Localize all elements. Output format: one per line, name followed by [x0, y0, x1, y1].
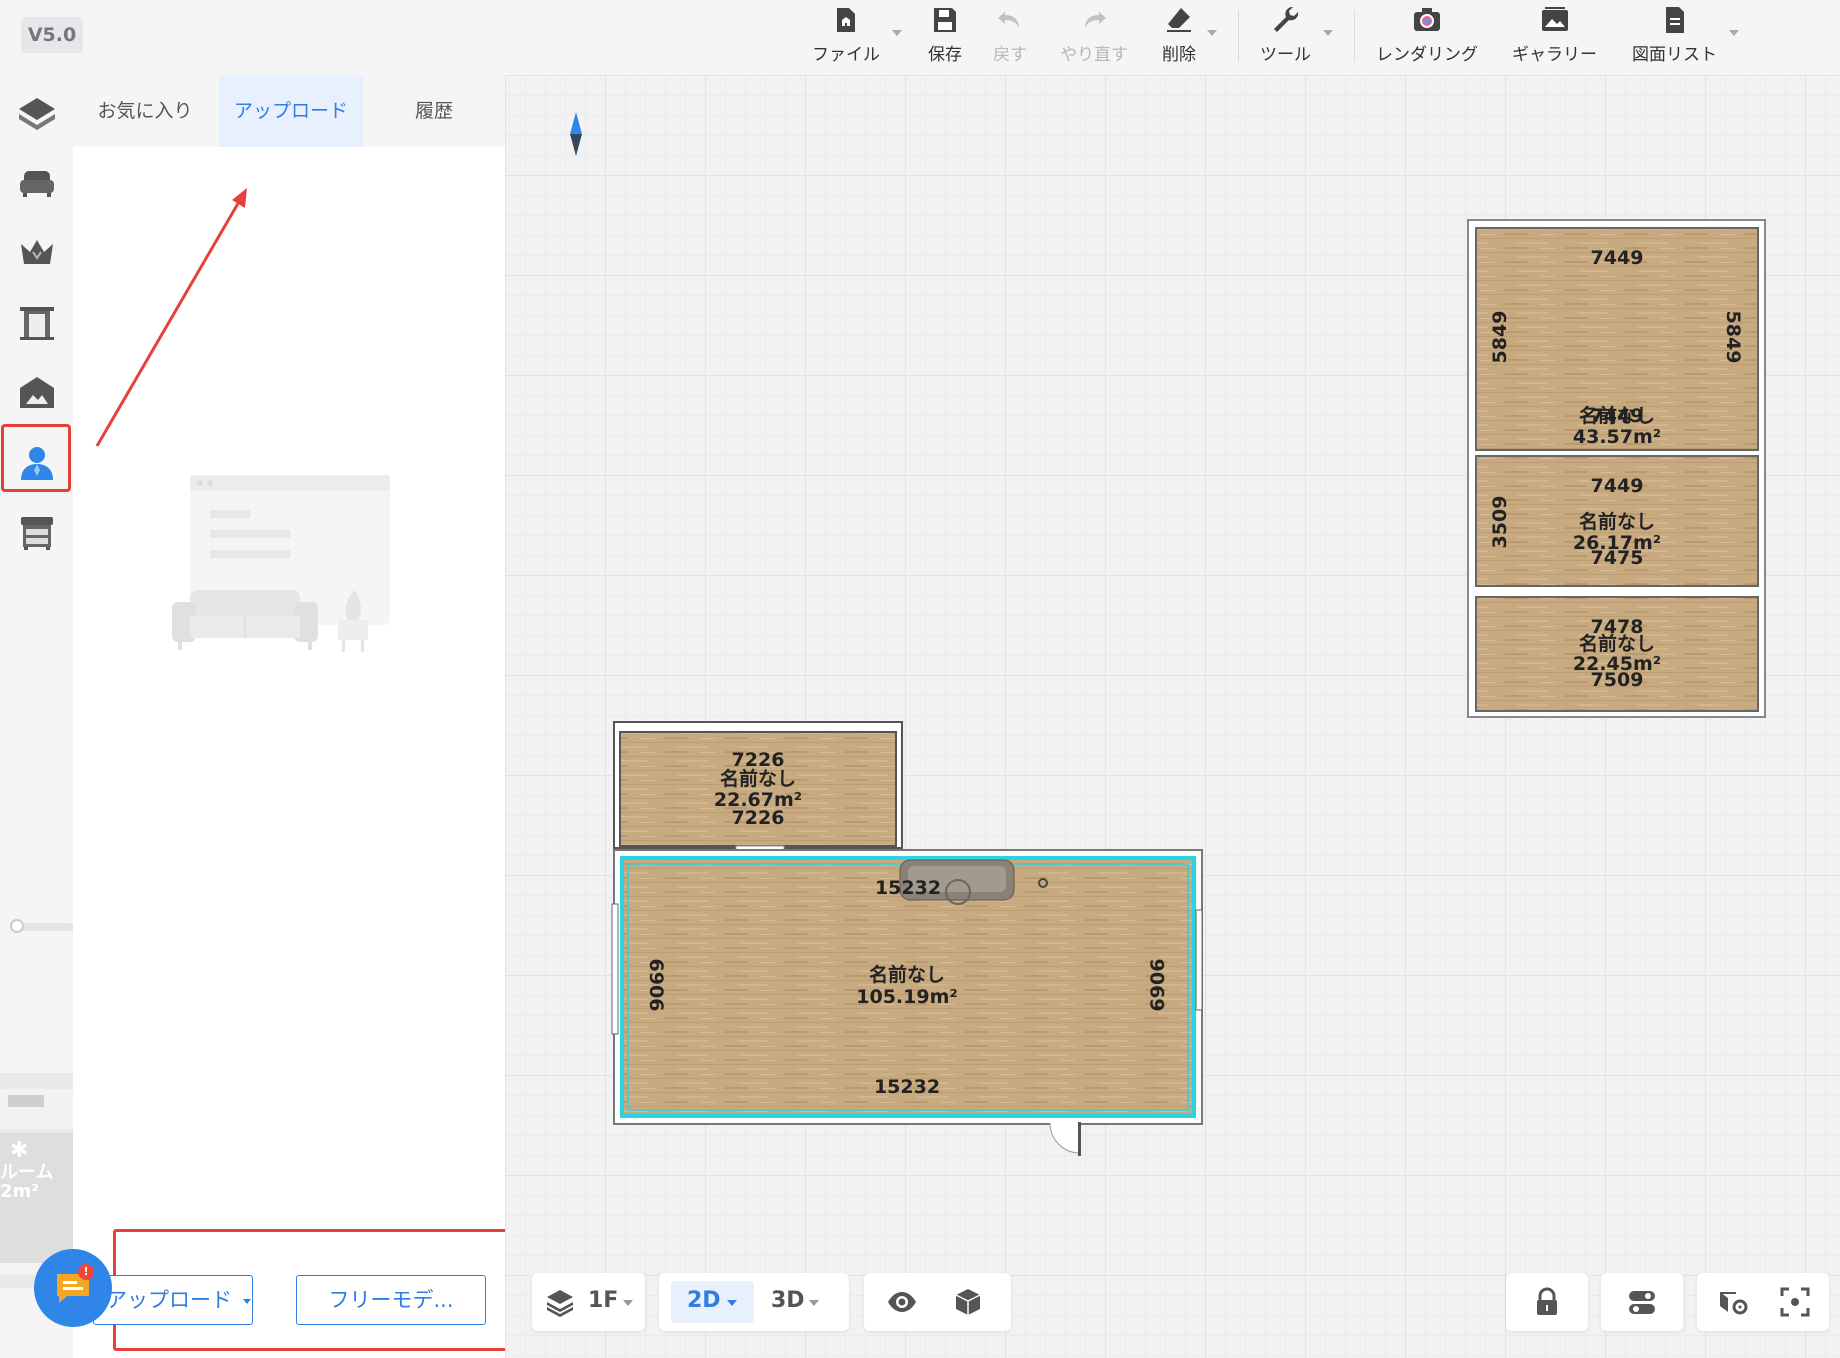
room1-top-dim: 7449: [1591, 247, 1644, 269]
floorplan-canvas[interactable]: 7449 5849 5849 名前なし 7449 43.57m² 7449 35…: [505, 75, 1840, 1358]
compass-icon[interactable]: [570, 112, 582, 156]
view-mode-switch: 2D 3D: [659, 1273, 849, 1331]
save-icon: [934, 8, 956, 32]
floor-caret-icon: [623, 1300, 633, 1306]
floor-selector[interactable]: 1F: [532, 1273, 645, 1331]
gallery-icon: [1541, 7, 1568, 31]
view-2d-caret-icon[interactable]: [727, 1300, 737, 1306]
toolbar-divider: [1354, 10, 1355, 62]
view-tools: [1697, 1273, 1829, 1331]
notification-badge: !: [78, 1264, 94, 1280]
cabinet-icon: [21, 517, 53, 550]
undo-button[interactable]: 戻す: [993, 4, 1027, 66]
room5-top-dim: 15232: [875, 877, 941, 899]
tools-menu-button[interactable]: ツール: [1260, 4, 1311, 66]
floor-label: 1F: [588, 1288, 619, 1313]
delete-button[interactable]: 削除: [1162, 4, 1196, 66]
tab-history[interactable]: 履歴: [362, 75, 506, 147]
undo-icon: [998, 12, 1019, 28]
file-menu-button[interactable]: ファイル: [812, 4, 880, 66]
eye-icon[interactable]: [886, 1286, 918, 1318]
display-tools: [864, 1273, 1011, 1331]
file-caret-icon[interactable]: [892, 30, 902, 36]
toolbar-divider: [1238, 10, 1239, 62]
room2-top-dim: 7449: [1591, 475, 1644, 497]
rendering-button[interactable]: レンダリング: [1376, 4, 1478, 66]
room4-bottom-dim: 7226: [732, 807, 785, 829]
gallery-button[interactable]: ギャラリー: [1512, 4, 1597, 66]
drawing-list-caret-icon[interactable]: [1729, 30, 1739, 36]
chevron-down-icon: [242, 1298, 251, 1304]
lock-tool: [1506, 1273, 1588, 1331]
drawing-list-button[interactable]: 図面リスト: [1632, 4, 1717, 66]
room3-name: 名前なし: [1579, 632, 1655, 655]
camera-icon: [1414, 8, 1440, 31]
chat-support-button[interactable]: [34, 1249, 112, 1327]
upload-dropdown-button[interactable]: アップロード: [93, 1275, 253, 1325]
zoom-slider-handle[interactable]: [10, 919, 24, 933]
layers-icon: [547, 1290, 573, 1317]
tools-caret-icon[interactable]: [1323, 30, 1333, 36]
annotation-arrow: [95, 188, 247, 447]
room1-right-dim: 5849: [1722, 311, 1744, 364]
empty-state-illustration: [170, 470, 390, 664]
free-model-button[interactable]: フリーモデ...: [296, 1275, 486, 1325]
save-button[interactable]: 保存: [928, 4, 962, 66]
redo-button[interactable]: やり直す: [1060, 4, 1128, 66]
focus-icon[interactable]: [1779, 1286, 1811, 1318]
room2-bottom-dim: 7475: [1591, 547, 1644, 569]
cube-icon[interactable]: [952, 1286, 984, 1318]
view-2d-button[interactable]: 2D: [687, 1288, 721, 1313]
lock-icon[interactable]: [1531, 1286, 1563, 1318]
room5-right-dim: 6906: [1147, 959, 1169, 1012]
view-3d-caret-icon[interactable]: [809, 1300, 819, 1306]
minimap-room-area: 2m²: [0, 1181, 40, 1202]
toggle-icon[interactable]: [1626, 1286, 1658, 1318]
redo-icon: [1085, 12, 1106, 28]
document-icon: [1665, 7, 1684, 33]
room5-left-dim: 6906: [645, 959, 667, 1012]
room3-bottom-dim: 7509: [1591, 669, 1644, 691]
view-settings-icon[interactable]: [1717, 1286, 1749, 1318]
wrench-icon: [1273, 7, 1298, 32]
room1-overlap-dim: 7449: [1591, 405, 1644, 427]
room2-name: 名前なし: [1579, 510, 1655, 533]
room1-area: 43.57m²: [1573, 426, 1661, 448]
room2-left-dim: 3509: [1489, 496, 1511, 549]
room5-bottom-dim: 15232: [874, 1076, 940, 1098]
delete-caret-icon[interactable]: [1207, 30, 1217, 36]
rail-item-cabinet[interactable]: [8, 504, 66, 562]
file-home-icon: [837, 8, 855, 32]
room5-area: 105.19m²: [856, 986, 957, 1008]
view-3d-button[interactable]: 3D: [771, 1288, 805, 1313]
room4-name: 名前なし: [720, 767, 796, 790]
eraser-icon: [1167, 8, 1191, 32]
room5-name: 名前なし: [869, 963, 945, 986]
room1-left-dim: 5849: [1489, 311, 1511, 364]
settings-toggle-tool: [1601, 1273, 1683, 1331]
floorplan-drawing[interactable]: 7449 5849 5849 名前なし 7449 43.57m² 7449 35…: [505, 75, 1840, 1358]
